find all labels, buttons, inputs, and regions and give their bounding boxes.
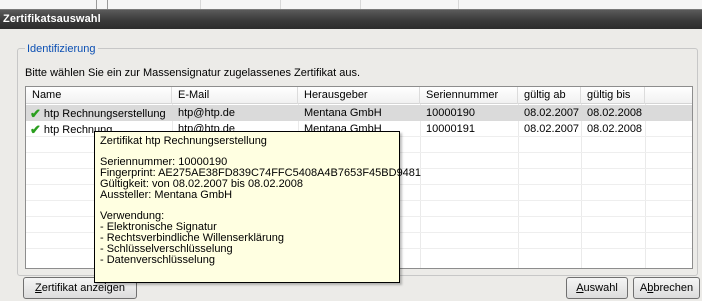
show-certificate-label-post: ertifikat anzeigen <box>41 282 125 294</box>
certificate-tooltip: Zertifikat htp Rechnungserstellung Serie… <box>94 131 421 283</box>
cell-valid-to: 08.02.2008 <box>587 123 643 135</box>
select-button[interactable]: Auswahl <box>566 277 628 299</box>
select-mnemonic: A <box>576 282 584 294</box>
cancel-button[interactable]: Abbrechen <box>633 277 700 299</box>
cell-name: ✔ htp Rechnungserstellung <box>26 105 172 121</box>
group-legend: Identifizierung <box>25 43 98 55</box>
window-title: Zertifikatsauswahl <box>3 13 101 25</box>
list-header: Name E-Mail Herausgeber Seriennummer gül… <box>26 87 692 104</box>
table-row[interactable]: ✔ htp Rechnungserstellung htp@htp.de Ment… <box>26 105 692 121</box>
tooltip-title: Zertifikat htp Rechnungserstellung <box>100 135 267 147</box>
column-header-valid-to[interactable]: gültig bis <box>581 87 645 104</box>
column-header-empty <box>645 87 692 104</box>
cancel-label-post: brechen <box>653 282 694 294</box>
select-label-post: uswahl <box>583 282 618 294</box>
instruction-text: Bitte wählen Sie ein zur Massensignatur … <box>25 67 361 79</box>
cell-valid-to: 08.02.2008 <box>587 107 643 119</box>
column-header-issuer[interactable]: Herausgeber <box>298 87 420 104</box>
tooltip-usage-item: - Datenverschlüsselung <box>100 254 215 266</box>
cell-name-text: htp Rechnungserstellung <box>43 108 166 120</box>
tooltip-issuer: Aussteller: Mentana GmbH <box>100 189 233 201</box>
cell-serial: 10000191 <box>426 123 475 135</box>
checkmark-icon: ✔ <box>30 122 41 137</box>
cell-email: htp@htp.de <box>178 107 236 119</box>
background-window-strip <box>0 0 702 9</box>
checkmark-icon: ✔ <box>30 106 41 121</box>
show-certificate-mnemonic: Z <box>35 282 42 294</box>
column-header-valid-from[interactable]: gültig ab <box>518 87 581 104</box>
cell-valid-from: 08.02.2007 <box>524 123 580 135</box>
column-header-email[interactable]: E-Mail <box>172 87 298 104</box>
cell-valid-from: 08.02.2007 <box>524 107 580 119</box>
column-header-serial[interactable]: Seriennummer <box>420 87 518 104</box>
title-bar[interactable]: Zertifikatsauswahl <box>0 9 702 29</box>
cell-issuer: Mentana GmbH <box>304 107 382 119</box>
cell-serial: 10000190 <box>426 107 475 119</box>
column-header-name[interactable]: Name <box>26 87 172 104</box>
